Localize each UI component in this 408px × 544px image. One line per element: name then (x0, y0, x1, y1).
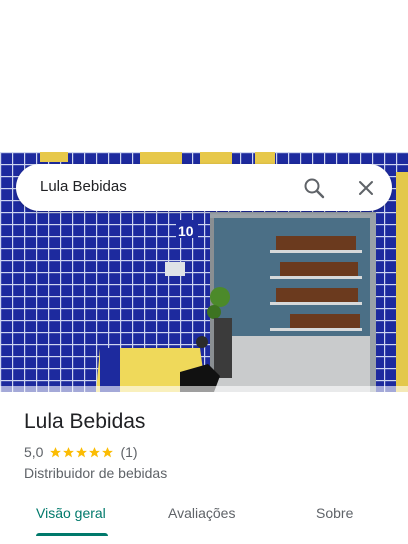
tab-reviews[interactable]: Avaliações (168, 505, 235, 521)
star-icon (89, 446, 101, 457)
tab-about[interactable]: Sobre (316, 505, 353, 521)
active-tab-indicator (36, 533, 108, 536)
close-icon[interactable] (354, 176, 378, 200)
place-tabs: Visão geral Avaliações Sobre (0, 495, 408, 544)
rating-value: 5,0 (24, 444, 44, 460)
review-count[interactable]: (1) (120, 444, 137, 460)
place-category: Distribuidor de bebidas (24, 465, 168, 481)
search-icon[interactable] (302, 176, 326, 200)
star-icon (76, 446, 88, 457)
search-input[interactable]: Lula Bebidas (40, 178, 127, 195)
rating-row[interactable]: 5,0 (1) (24, 444, 138, 460)
star-icon (50, 446, 62, 457)
tab-overview[interactable]: Visão geral (36, 505, 106, 521)
door-number: 10 (178, 223, 194, 239)
star-icon (102, 446, 114, 457)
star-rating (49, 446, 114, 459)
search-bar[interactable]: Lula Bebidas (16, 164, 392, 211)
place-title: Lula Bebidas (24, 410, 146, 433)
star-icon (63, 446, 75, 457)
